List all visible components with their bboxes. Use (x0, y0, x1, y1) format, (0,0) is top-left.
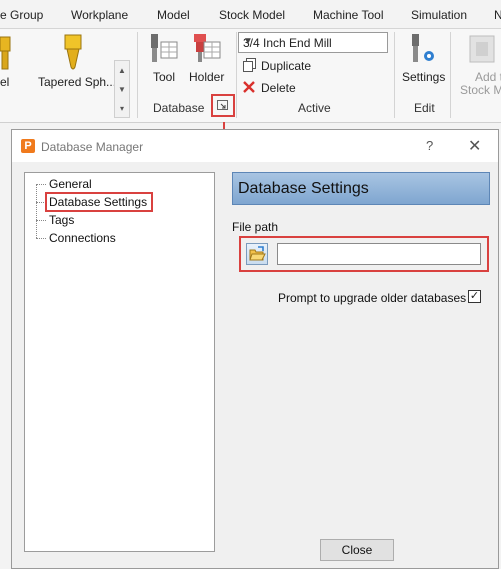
dialog-launcher-icon[interactable] (217, 100, 229, 111)
tree-selection-highlight (45, 192, 153, 212)
dialog-title: Database Manager (41, 140, 144, 154)
browse-folder-button[interactable] (246, 243, 268, 265)
settings-icon[interactable] (408, 32, 438, 66)
panel-header: Database Settings (232, 172, 490, 205)
app-logo-icon: P (21, 139, 35, 153)
tab-stock-model[interactable]: Stock Model (219, 8, 285, 22)
scroll-down-icon[interactable]: ▼ (115, 80, 129, 99)
tree-connector (36, 184, 46, 185)
file-path-label: File path (232, 220, 279, 234)
tool-database-label[interactable]: Tool (153, 70, 175, 84)
group-separator (450, 32, 451, 118)
tree-item-tags[interactable]: Tags (49, 213, 74, 227)
group-separator (236, 32, 237, 118)
help-icon[interactable]: ? (426, 138, 433, 153)
tree-connector (36, 184, 37, 238)
database-manager-dialog: P Database Manager ? ✕ General Database … (11, 129, 499, 569)
tab-workplane[interactable]: Workplane (71, 8, 128, 22)
active-tool-combo[interactable]: 3/4 Inch End Mill ▼ (238, 32, 388, 53)
prompt-upgrade-label: Prompt to upgrade older databases (278, 291, 467, 305)
checkmark-icon: ✓ (469, 290, 480, 302)
tool-label-end-mill[interactable]: el (0, 75, 9, 89)
add-to-stock-model-icon[interactable] (466, 32, 498, 66)
open-folder-icon (249, 246, 266, 261)
group-separator (394, 32, 395, 118)
close-icon[interactable]: ✕ (468, 136, 481, 156)
ribbon-panel: el Tapered Sph... ▲ ▼ ▾ Tool Holder Data… (0, 29, 501, 123)
dialog-titlebar[interactable]: P Database Manager ? ✕ (12, 130, 498, 162)
group-separator (137, 32, 138, 118)
tab-machine-tool[interactable]: Machine Tool (313, 8, 384, 22)
end-mill-icon[interactable] (0, 35, 14, 71)
gallery-scroller[interactable]: ▲ ▼ ▾ (114, 60, 130, 118)
tab-overflow[interactable]: N (494, 8, 501, 22)
tool-label-tapered-sphere[interactable]: Tapered Sph... (38, 75, 116, 89)
active-group-label: Active (298, 101, 331, 115)
prompt-upgrade-checkbox[interactable]: ✓ (468, 290, 481, 303)
tree-item-general[interactable]: General (49, 177, 92, 191)
gallery-expand-icon[interactable]: ▾ (115, 99, 129, 118)
tool-database-icon[interactable] (149, 32, 179, 66)
tab-model[interactable]: Model (157, 8, 190, 22)
add-to-stock-label-1[interactable]: Add t (475, 70, 501, 84)
ribbon-tab-bar: e Group Workplane Model Stock Model Mach… (0, 0, 501, 29)
tab-pattern-group[interactable]: e Group (0, 8, 43, 22)
edit-group-label: Edit (414, 101, 435, 115)
delete-button[interactable]: Delete (261, 81, 296, 95)
duplicate-icon (243, 58, 256, 72)
settings-button[interactable]: Settings (402, 70, 445, 84)
holder-database-icon[interactable] (190, 32, 222, 66)
database-group-label: Database (153, 101, 205, 115)
tree-connector (36, 220, 46, 221)
holder-database-label[interactable]: Holder (189, 70, 224, 84)
tapered-sphere-tool-icon[interactable] (60, 33, 86, 73)
add-to-stock-label-2[interactable]: Stock M (460, 83, 501, 97)
panel-header-title: Database Settings (238, 180, 369, 197)
tab-simulation[interactable]: Simulation (411, 8, 467, 22)
tree-item-connections[interactable]: Connections (49, 231, 116, 245)
close-button[interactable]: Close (320, 539, 394, 561)
duplicate-button[interactable]: Duplicate (261, 59, 311, 73)
scroll-up-icon[interactable]: ▲ (115, 61, 129, 80)
settings-tree: General Database Settings Tags Connectio… (24, 172, 215, 552)
tree-connector (36, 238, 46, 239)
file-path-input[interactable] (277, 243, 481, 265)
delete-icon (242, 80, 256, 94)
chevron-down-icon: ▼ (243, 36, 253, 47)
